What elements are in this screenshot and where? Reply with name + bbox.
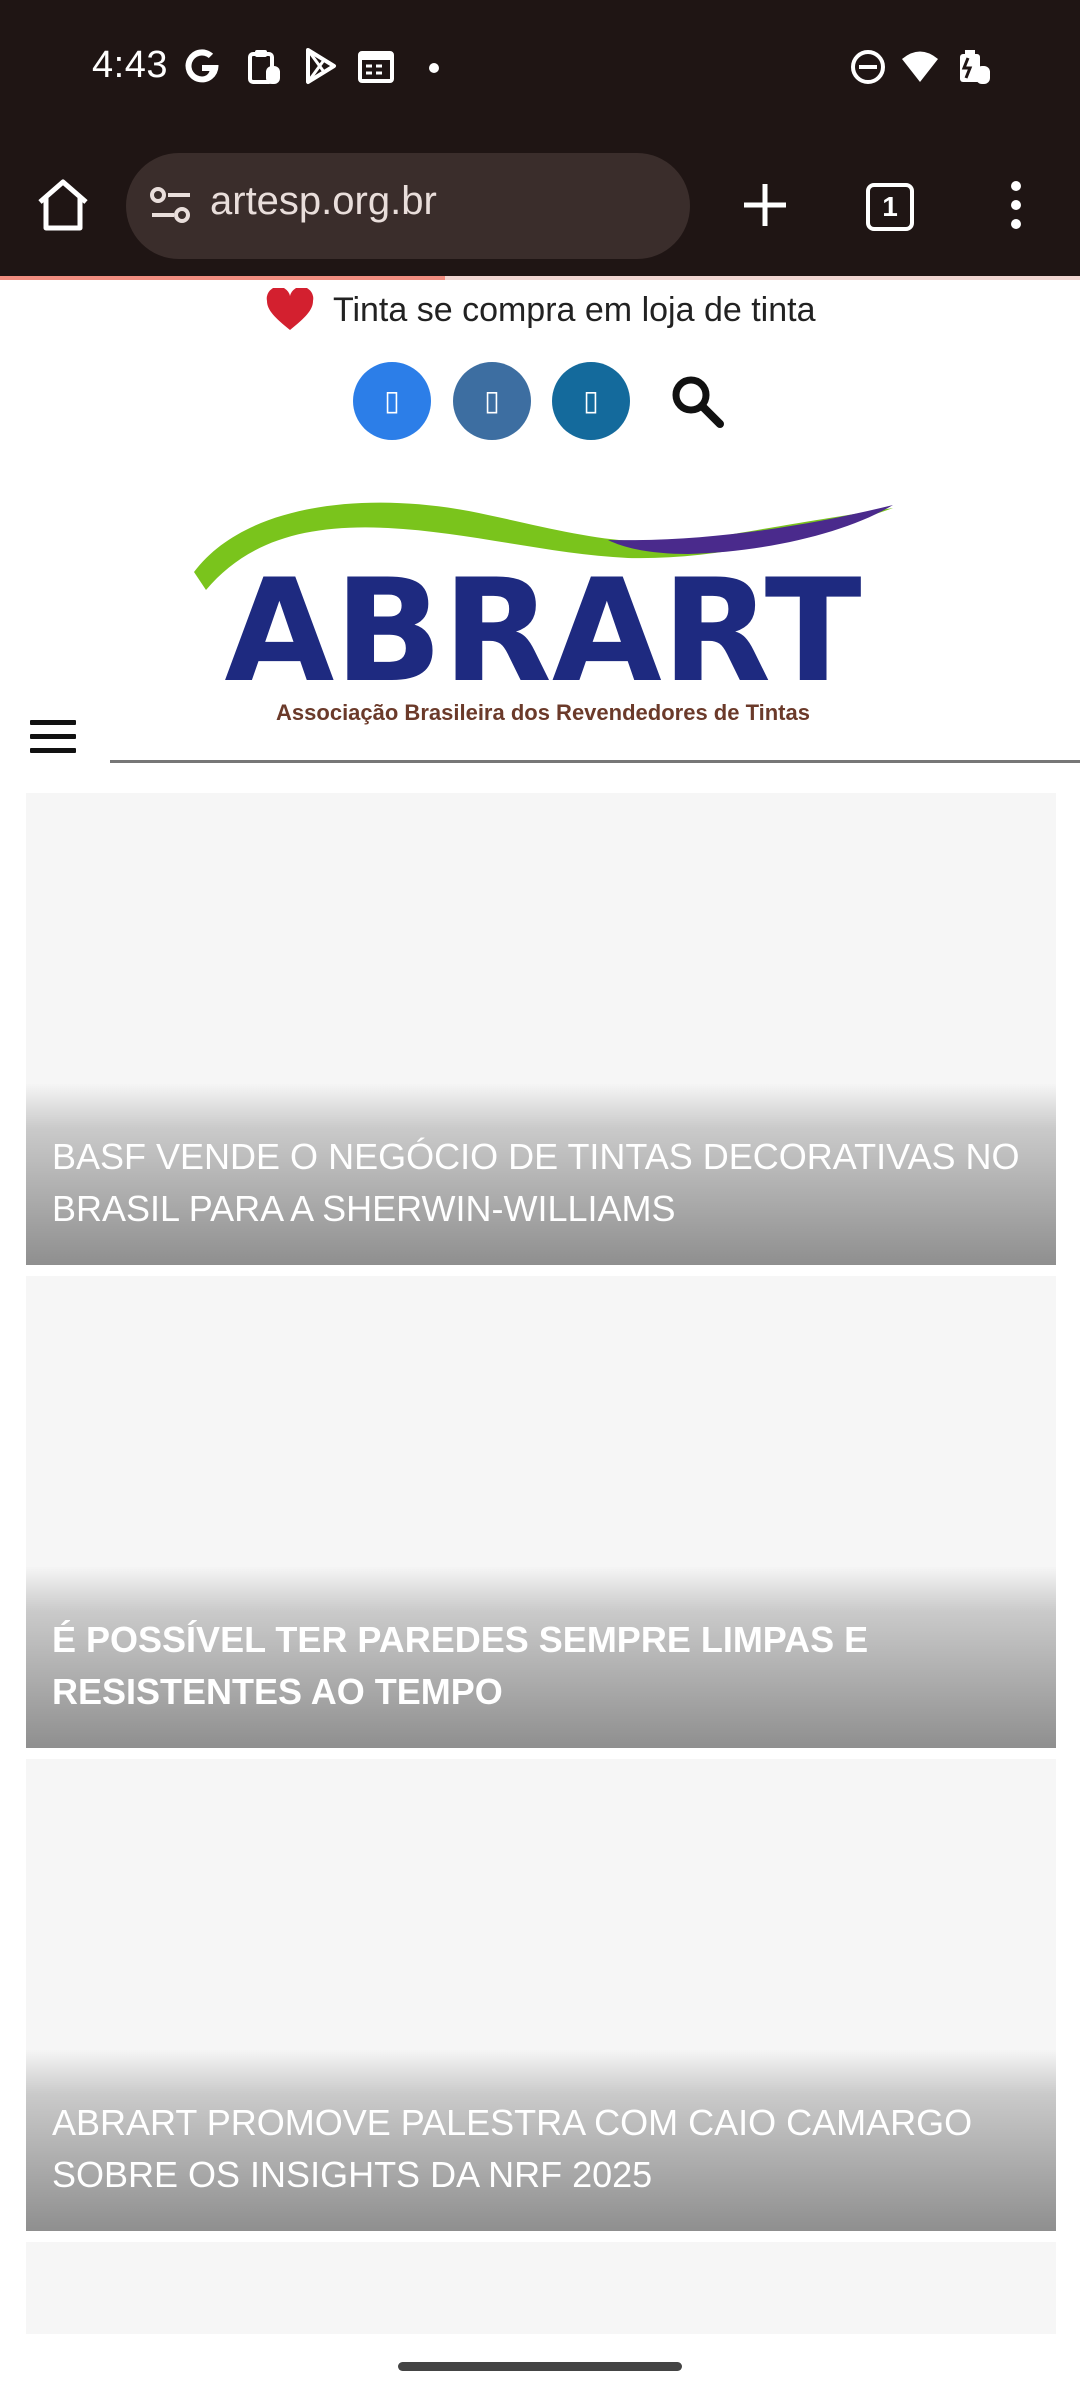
article-card[interactable] <box>26 2242 1056 2334</box>
clipboard-icon <box>248 50 280 84</box>
page-load-progress <box>0 276 1080 280</box>
article-card[interactable]: ABRART PROMOVE PALESTRA COM CAIO CAMARGO… <box>26 1759 1056 2231</box>
abrart-logo[interactable]: ABRART Associação Brasileira dos Revende… <box>188 480 898 735</box>
logo-subtitle: Associação Brasileira dos Revendedores d… <box>276 700 810 725</box>
status-time: 4:43 <box>92 44 168 86</box>
facebook-button[interactable]: ▯ <box>353 362 431 440</box>
article-card[interactable]: BASF VENDE O NEGÓCIO DE TINTAS DECORATIV… <box>26 793 1056 1265</box>
calendar-icon <box>358 51 394 83</box>
search-icon[interactable] <box>668 372 726 430</box>
nav-divider <box>110 760 1080 763</box>
gesture-bar[interactable] <box>398 2362 682 2371</box>
address-bar[interactable]: artesp.org.br <box>126 153 690 259</box>
status-bar: 4:43 <box>0 0 1080 140</box>
new-tab-icon[interactable] <box>730 170 800 240</box>
browser-toolbar: artesp.org.br 1 <box>0 140 1080 276</box>
dot-icon <box>429 63 439 73</box>
article-card[interactable]: É POSSÍVEL TER PAREDES SEMPRE LIMPAS E R… <box>26 1276 1056 1748</box>
menu-hamburger-icon[interactable] <box>30 720 76 760</box>
linkedin-button[interactable]: ▯ <box>552 362 630 440</box>
battery-charging-icon <box>960 50 990 84</box>
instagram-button[interactable]: ▯ <box>453 362 531 440</box>
tab-count: 1 <box>866 183 914 231</box>
google-icon <box>185 49 219 83</box>
home-icon[interactable] <box>28 170 98 240</box>
more-options-icon[interactable] <box>996 170 1036 240</box>
play-store-icon <box>306 48 336 84</box>
article-title[interactable]: É POSSÍVEL TER PAREDES SEMPRE LIMPAS E R… <box>52 1614 1030 1718</box>
logo-wordmark: ABRART <box>224 549 861 714</box>
do-not-disturb-icon <box>851 50 885 84</box>
article-title[interactable]: BASF VENDE O NEGÓCIO DE TINTAS DECORATIV… <box>52 1131 1030 1235</box>
tagline: Tinta se compra em loja de tinta <box>0 288 1080 340</box>
tab-switcher-button[interactable]: 1 <box>858 175 922 239</box>
tagline-text: Tinta se compra em loja de tinta <box>332 290 816 329</box>
heart-icon <box>266 288 313 330</box>
site-settings-icon[interactable] <box>148 183 194 229</box>
wifi-icon <box>902 51 938 82</box>
url-text[interactable]: artesp.org.br <box>210 179 437 224</box>
article-title[interactable]: ABRART PROMOVE PALESTRA COM CAIO CAMARGO… <box>52 2097 1030 2201</box>
